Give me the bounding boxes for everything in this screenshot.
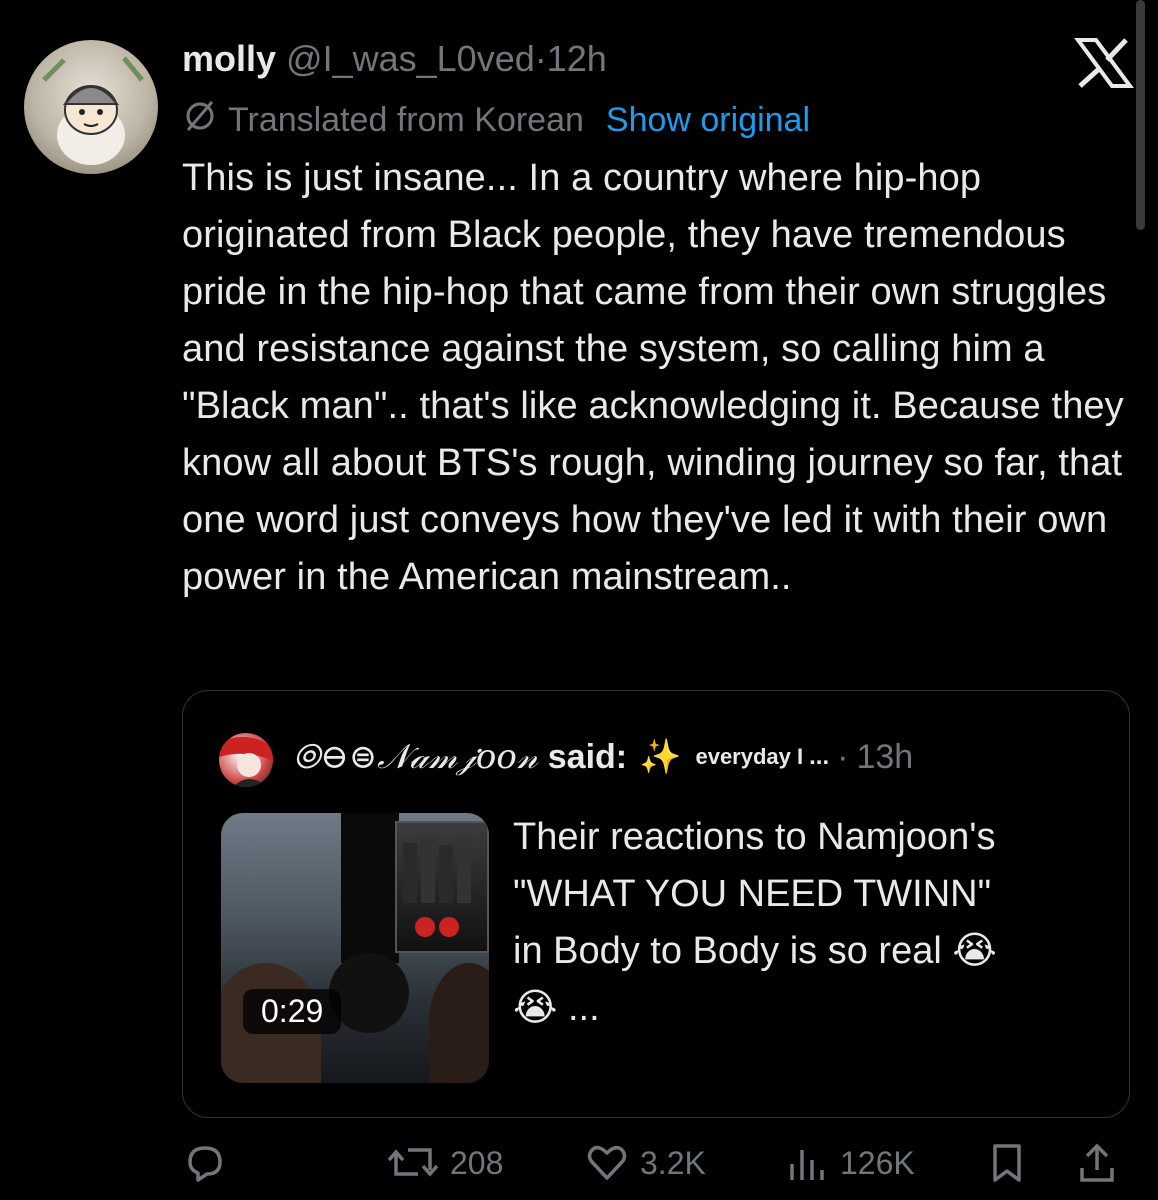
tweet-body: This is just insane... In a country wher… xyxy=(182,157,1124,598)
tweet-header: molly @I_was_L0ved·12h xyxy=(182,38,607,80)
author-handle[interactable]: @I_was_L0ved xyxy=(286,38,535,79)
repost-count: 208 xyxy=(450,1144,504,1181)
reply-button[interactable] xyxy=(182,1140,228,1186)
like-button[interactable]: 3.2K xyxy=(584,1140,706,1186)
like-count: 3.2K xyxy=(640,1144,706,1181)
quoted-separator: · xyxy=(837,737,849,776)
tweet-time[interactable]: 12h xyxy=(547,38,607,79)
repost-button[interactable]: 208 xyxy=(386,1140,503,1186)
action-bar: 208 3.2K 126K xyxy=(0,1140,1158,1200)
video-thumbnail[interactable]: 0:29 xyxy=(221,813,489,1083)
bookmark-button[interactable] xyxy=(984,1140,1030,1186)
quoted-author-handle[interactable]: everyday I xyxy=(695,744,803,770)
quoted-time[interactable]: 13h xyxy=(856,738,913,777)
scrollbar[interactable] xyxy=(1136,0,1145,230)
video-duration: 0:29 xyxy=(243,989,342,1034)
quoted-handle-ellipsis: ... xyxy=(809,743,830,770)
views-count: 126K xyxy=(840,1144,915,1181)
translated-label: Translated from Korean xyxy=(228,101,584,139)
quoted-header: ⦾⊖⊜𝒩𝒶𝓂𝒿𝑜𝑜𝓃 said: ✨ everyday I ... · 13h xyxy=(293,737,913,777)
bookmark-icon xyxy=(984,1140,1030,1186)
share-button[interactable] xyxy=(1074,1140,1120,1186)
header-separator: · xyxy=(534,38,547,79)
quoted-tweet[interactable]: ⦾⊖⊜𝒩𝒶𝓂𝒿𝑜𝑜𝓃 said: ✨ everyday I ... · 13h … xyxy=(182,690,1130,1118)
quoted-text-line-3: in Body to Body is so real 😭 xyxy=(513,930,997,972)
quoted-text-line-4: 😭 ... xyxy=(513,987,600,1029)
thumbnail-dark-panel xyxy=(341,813,399,963)
reply-icon xyxy=(182,1140,228,1186)
sparkle-emoji: ✨ xyxy=(639,738,682,776)
author-name[interactable]: molly xyxy=(182,38,276,79)
quoted-text-line-2: "WHAT YOU NEED TWINN" xyxy=(513,873,992,915)
quoted-text: Their reactions to Namjoon's "WHAT YOU N… xyxy=(513,809,1103,1037)
translate-icon xyxy=(182,98,218,143)
quoted-text-line-1: Their reactions to Namjoon's xyxy=(513,816,996,858)
views-icon xyxy=(784,1140,830,1186)
repost-icon xyxy=(386,1140,440,1186)
quoted-author-name[interactable]: ⦾⊖⊜𝒩𝒶𝓂𝒿𝑜𝑜𝓃 xyxy=(293,737,538,777)
thumbnail-poster xyxy=(395,821,489,953)
show-original-link[interactable]: Show original xyxy=(606,101,810,140)
views-button[interactable]: 126K xyxy=(784,1140,915,1186)
quoted-author-avatar[interactable] xyxy=(219,733,273,787)
x-logo-icon[interactable] xyxy=(1074,38,1134,88)
heart-icon xyxy=(584,1140,630,1186)
thumbnail-person-right xyxy=(429,963,489,1083)
translation-row: Translated from Korean Show original xyxy=(182,98,810,143)
author-avatar[interactable] xyxy=(24,40,158,174)
quoted-author-said: said: xyxy=(547,737,628,776)
share-icon xyxy=(1074,1140,1120,1186)
